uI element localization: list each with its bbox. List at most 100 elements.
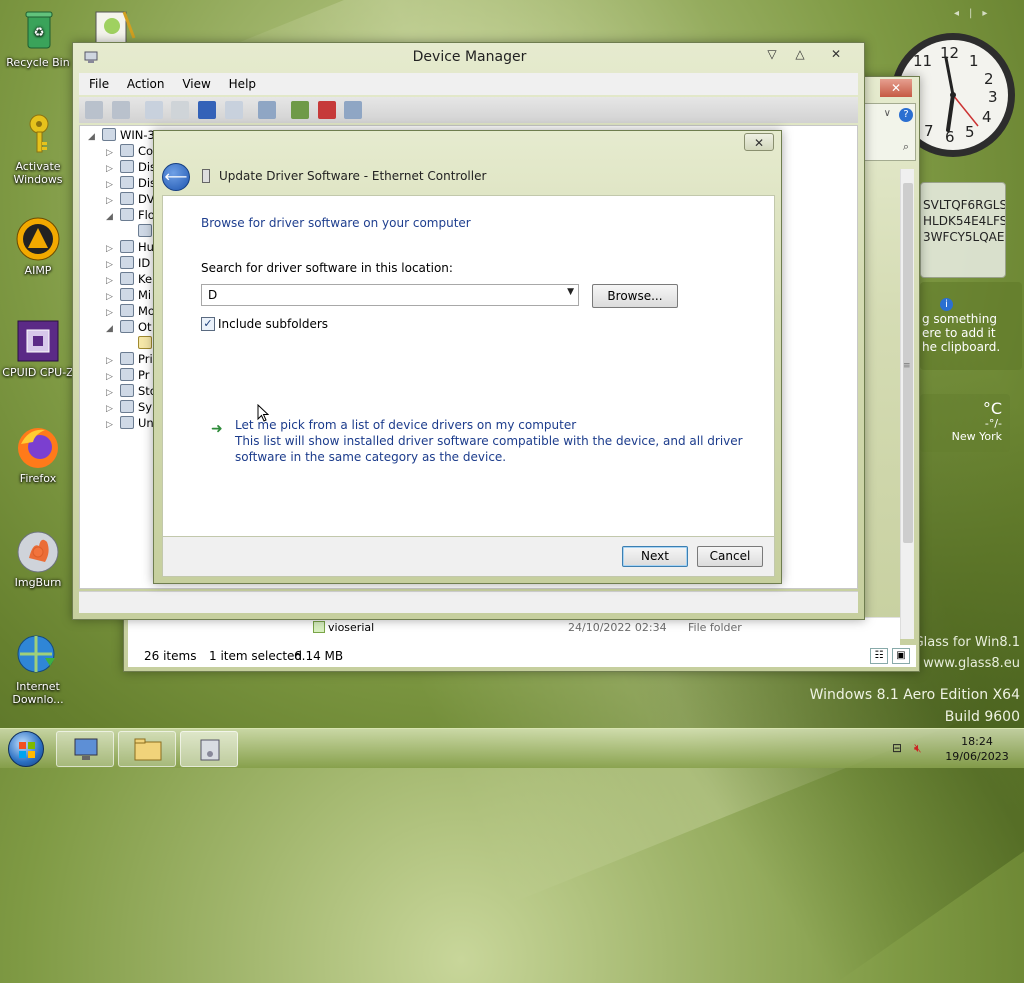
tree-item[interactable]: ◢ Flo bbox=[106, 208, 155, 224]
menu-help[interactable]: Help bbox=[229, 77, 256, 91]
desktop-icon-aimp[interactable]: AIMP bbox=[2, 216, 74, 277]
tree-item[interactable] bbox=[124, 224, 156, 240]
expand-arrow-icon[interactable]: ◢ bbox=[88, 132, 102, 142]
help-icon[interactable] bbox=[198, 101, 217, 119]
expand-arrow-icon[interactable]: ▷ bbox=[106, 356, 120, 366]
search-icon[interactable]: ⌕ bbox=[903, 140, 909, 154]
back-arrow-icon[interactable] bbox=[85, 101, 103, 119]
close-button[interactable]: ✕ bbox=[823, 45, 849, 63]
minimize-button[interactable]: ▽ bbox=[759, 45, 785, 63]
expand-arrow-icon[interactable]: ▷ bbox=[106, 148, 120, 158]
expand-arrow-icon[interactable]: ▷ bbox=[106, 404, 120, 414]
tree-item[interactable]: ▷ DV bbox=[106, 192, 155, 208]
expand-arrow-icon[interactable]: ▷ bbox=[106, 260, 120, 270]
volume-muted-icon[interactable]: 🔇︎ bbox=[914, 741, 930, 755]
file-name[interactable]: vioserial bbox=[328, 621, 374, 634]
explorer-vscrollbar[interactable]: ≡ bbox=[900, 169, 914, 639]
pick-from-list-link[interactable]: Let me pick from a list of device driver… bbox=[235, 418, 576, 432]
tree-item[interactable]: ▷ Sy bbox=[106, 400, 152, 416]
taskbar-item-computer[interactable] bbox=[56, 731, 114, 767]
cancel-button[interactable]: Cancel bbox=[697, 546, 763, 567]
device-manager-toolbar bbox=[79, 97, 858, 123]
menu-view[interactable]: View bbox=[182, 77, 210, 91]
chevron-down-icon[interactable]: ▼ bbox=[567, 287, 574, 297]
tree-item[interactable]: ▷ ID bbox=[106, 256, 150, 272]
tree-item[interactable]: ▷ Pr bbox=[106, 368, 149, 384]
tree-item-selected[interactable] bbox=[124, 336, 156, 352]
tree-item-label: Co bbox=[138, 144, 154, 158]
expand-arrow-icon[interactable]: ▷ bbox=[106, 276, 120, 286]
expand-arrow-icon[interactable]: ▷ bbox=[106, 388, 120, 398]
explorer-close-button[interactable]: ✕ bbox=[880, 79, 912, 97]
tree-item[interactable]: ▷ Ke bbox=[106, 272, 152, 288]
tiles-view-icon[interactable]: ▣ bbox=[892, 648, 910, 664]
tree-item[interactable]: ▷ Hu bbox=[106, 240, 154, 256]
update-driver-icon[interactable] bbox=[290, 101, 309, 119]
maximize-button[interactable]: △ bbox=[787, 45, 813, 63]
tree-item[interactable]: ▷ Dis bbox=[106, 176, 156, 192]
chevron-down-icon[interactable]: ∨ bbox=[884, 108, 891, 119]
view-icon[interactable] bbox=[225, 101, 244, 119]
tree-item[interactable]: ▷ Mi bbox=[106, 288, 151, 304]
desktop-icon-recycle-bin[interactable]: ♻ Recycle Bin bbox=[2, 8, 74, 69]
tree-item[interactable]: ▷ Un bbox=[106, 416, 154, 432]
expand-arrow-icon[interactable]: ▷ bbox=[106, 180, 120, 190]
expand-arrow-icon[interactable]: ▷ bbox=[106, 164, 120, 174]
tray-clock[interactable]: 18:24 19/06/2023 bbox=[942, 734, 1012, 764]
forward-arrow-icon[interactable] bbox=[111, 101, 130, 119]
back-button[interactable]: ⟵ bbox=[162, 163, 190, 191]
desktop-icon-internet-download[interactable]: Internet Downlo... bbox=[2, 632, 74, 706]
properties-icon[interactable] bbox=[171, 101, 190, 119]
details-view-icon[interactable]: ☷ bbox=[870, 648, 888, 664]
tree-item[interactable]: ▷ Mo bbox=[106, 304, 155, 320]
usb-icon bbox=[120, 416, 134, 429]
tree-item[interactable]: ▷ Dis bbox=[106, 160, 156, 176]
file-type: File folder bbox=[688, 621, 742, 634]
desktop-icon-cpuz[interactable]: CPUID CPU-Z bbox=[2, 318, 74, 379]
clipboard-gadget[interactable]: SVLTQF6RGLS HLDK54E4LFSB 3WFCY5LQAE4 bbox=[920, 182, 1006, 278]
include-subfolders-label[interactable]: Include subfolders bbox=[218, 317, 328, 331]
tree-item[interactable]: ▷ Sto bbox=[106, 384, 157, 400]
dialog-close-button[interactable]: ✕ bbox=[744, 133, 774, 151]
help-icon[interactable]: ? bbox=[899, 108, 913, 122]
network-tray-icon[interactable]: ⊟ bbox=[892, 741, 906, 755]
uninstall-device-icon[interactable] bbox=[317, 101, 336, 119]
taskbar-item-device-manager[interactable] bbox=[180, 731, 238, 767]
clipboard-line: HLDK54E4LFSB bbox=[923, 214, 1005, 228]
desktop-icon-label: AIMP bbox=[24, 264, 52, 277]
desktop-icon-firefox[interactable]: Firefox bbox=[2, 424, 74, 485]
scan-hardware-icon[interactable] bbox=[257, 101, 276, 119]
expand-arrow-icon[interactable]: ▷ bbox=[106, 308, 120, 318]
collapse-arrow-icon[interactable]: ◢ bbox=[106, 212, 120, 222]
start-button[interactable] bbox=[8, 731, 44, 767]
next-button[interactable]: Next bbox=[622, 546, 688, 567]
desktop-icon-partial[interactable] bbox=[94, 10, 136, 45]
tree-item[interactable]: ▷ Co bbox=[106, 144, 153, 160]
expand-arrow-icon[interactable]: ▷ bbox=[106, 196, 120, 206]
tree-root[interactable]: ◢ WIN-3 bbox=[88, 128, 155, 144]
dialog-title: Update Driver Software - Ethernet Contro… bbox=[219, 169, 487, 183]
gadget-nav-arrows[interactable]: ◂|▸ bbox=[954, 8, 1018, 22]
include-subfolders-checkbox[interactable]: ✓ bbox=[201, 317, 215, 331]
browse-button[interactable]: Browse... bbox=[592, 284, 678, 308]
weather-gadget[interactable]: °C -°/- New York bbox=[920, 394, 1010, 452]
tree-item[interactable]: ▷ Pri bbox=[106, 352, 153, 368]
tree-item[interactable]: ◢ Ot bbox=[106, 320, 152, 336]
taskbar-item-explorer[interactable] bbox=[118, 731, 176, 767]
desktop-icon-activate-windows[interactable]: Activate Windows bbox=[2, 112, 74, 186]
update-driver-dialog[interactable]: ✕ ⟵ Update Driver Software - Ethernet Co… bbox=[153, 130, 782, 584]
menu-action[interactable]: Action bbox=[127, 77, 165, 91]
desktop-icon-imgburn[interactable]: ImgBurn bbox=[2, 528, 74, 589]
menu-file[interactable]: File bbox=[89, 77, 109, 91]
device-icon bbox=[120, 160, 134, 173]
show-hide-tree-icon[interactable] bbox=[144, 101, 163, 119]
driver-path-combobox[interactable]: D ▼ bbox=[201, 284, 579, 306]
enable-device-icon[interactable] bbox=[344, 101, 363, 119]
expand-arrow-icon[interactable]: ▷ bbox=[106, 292, 120, 302]
expand-arrow-icon[interactable]: ▷ bbox=[106, 244, 120, 254]
expand-arrow-icon[interactable]: ▷ bbox=[106, 372, 120, 382]
driver-path-value[interactable]: D bbox=[208, 288, 217, 302]
collapse-arrow-icon[interactable]: ◢ bbox=[106, 324, 120, 334]
watermark-edition: Windows 8.1 Aero Edition X64 Build 9600 bbox=[790, 684, 1020, 728]
expand-arrow-icon[interactable]: ▷ bbox=[106, 420, 120, 430]
